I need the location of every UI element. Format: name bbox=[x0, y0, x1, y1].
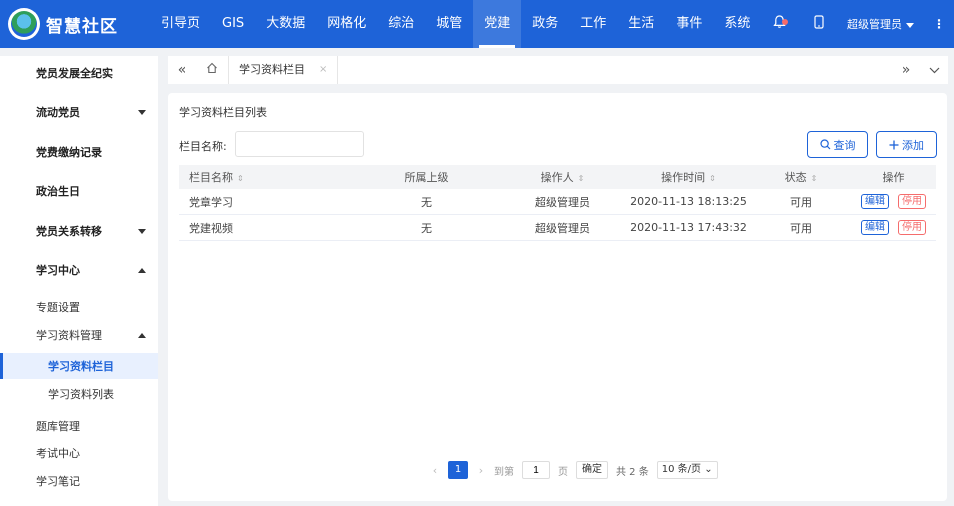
sidebar-item-question-bank[interactable]: 题库管理 bbox=[0, 413, 158, 439]
cell-status: 可用 bbox=[790, 221, 812, 235]
goto-label: 到第 bbox=[494, 466, 514, 478]
edit-button[interactable]: 编辑 bbox=[861, 220, 889, 235]
cell-actions: 编辑 停用 bbox=[851, 194, 936, 209]
logo-emblem-icon bbox=[8, 8, 40, 40]
header-status[interactable]: 状态 ⇕ bbox=[751, 169, 851, 185]
notification-bell-icon[interactable] bbox=[759, 15, 799, 33]
user-menu[interactable]: 超级管理员 bbox=[839, 16, 924, 32]
sort-icon[interactable]: ⇕ bbox=[811, 174, 818, 183]
sidebar-item-study-notes[interactable]: 学习笔记 bbox=[0, 468, 158, 494]
app-logo[interactable]: 智慧社区 bbox=[0, 8, 150, 40]
sidebar-item-dues-records[interactable]: 党费缴纳记录 bbox=[0, 137, 158, 167]
sidebar-item-relation-transfer[interactable]: 党员关系转移 bbox=[0, 216, 158, 246]
next-page-icon[interactable]: › bbox=[472, 464, 490, 477]
sidebar-item-party-development[interactable]: 党员发展全纪实 bbox=[0, 58, 158, 88]
cell-time: 2020-11-13 17:43:32 bbox=[630, 221, 747, 234]
sort-icon[interactable]: ⇕ bbox=[578, 174, 585, 183]
sidebar-item-topic-settings[interactable]: 专题设置 bbox=[0, 294, 158, 320]
tab-close-icon[interactable]: × bbox=[319, 56, 327, 84]
columns-table: 栏目名称 ⇕ 所属上级 操作人 ⇕ 操作时间 ⇕ 状态 ⇕ 操作 党章学习 无 超级管理… bbox=[179, 165, 936, 241]
cell-operator: 超级管理员 bbox=[535, 195, 590, 209]
nav-item-bigdata[interactable]: 大数据 bbox=[255, 0, 316, 48]
sidebar-item-material-columns[interactable]: 学习资料栏目 bbox=[0, 353, 158, 379]
disable-button[interactable]: 停用 bbox=[898, 194, 926, 209]
collapse-arrow-icon bbox=[138, 267, 146, 273]
column-name-label: 栏目名称: bbox=[179, 140, 227, 153]
collapse-arrow-icon bbox=[138, 332, 146, 338]
sidebar-item-material-management[interactable]: 学习资料管理 bbox=[0, 322, 158, 348]
cell-name: 党建视频 bbox=[189, 221, 233, 235]
header-column-name[interactable]: 栏目名称 ⇕ bbox=[179, 169, 354, 185]
page-number-button[interactable]: 1 bbox=[448, 461, 468, 479]
nav-item-work[interactable]: 工作 bbox=[569, 0, 617, 48]
sidebar-item-exam-center[interactable]: 考试中心 bbox=[0, 440, 158, 466]
disable-button[interactable]: 停用 bbox=[898, 220, 926, 235]
page-title: 学习资料栏目列表 bbox=[179, 106, 267, 119]
prev-page-icon[interactable]: ‹ bbox=[426, 464, 444, 477]
expand-arrow-icon bbox=[138, 228, 146, 234]
header-operate-time[interactable]: 操作时间 ⇕ bbox=[626, 169, 751, 185]
nav-item-events[interactable]: 事件 bbox=[665, 0, 713, 48]
sidebar-item-learning-center[interactable]: 学习中心 bbox=[0, 255, 158, 285]
sidebar-item-political-birthday[interactable]: 政治生日 bbox=[0, 176, 158, 206]
tabs-menu-chevron-down-icon[interactable] bbox=[920, 56, 948, 84]
sidebar-item-material-list[interactable]: 学习资料列表 bbox=[0, 381, 158, 407]
edit-button[interactable]: 编辑 bbox=[861, 194, 889, 209]
home-icon[interactable] bbox=[198, 56, 226, 84]
table-row: 党章学习 无 超级管理员 2020-11-13 18:13:25 可用 编辑 停… bbox=[179, 189, 936, 215]
more-menu-icon[interactable]: ⋮ bbox=[924, 17, 954, 31]
notification-badge bbox=[782, 19, 788, 25]
nav-item-party[interactable]: 党建 bbox=[473, 0, 522, 48]
page-size-select[interactable]: 10 条/页 ⌄ bbox=[656, 461, 718, 479]
cell-parent: 无 bbox=[421, 221, 432, 235]
main-nav: 引导页 GIS 大数据 网格化 综治 城管 党建 政务 工作 生活 事件 系统 bbox=[150, 0, 761, 48]
goto-confirm-button[interactable]: 确定 bbox=[576, 461, 608, 479]
content-card: 学习资料栏目列表 栏目名称: 查询 添加 栏目名称 ⇕ 所属上级 操作人 ⇕ 操作时… bbox=[168, 93, 947, 501]
nav-item-urban[interactable]: 城管 bbox=[425, 0, 473, 48]
nav-item-guide[interactable]: 引导页 bbox=[150, 0, 211, 48]
goto-page-input[interactable] bbox=[522, 461, 550, 479]
cell-operator: 超级管理员 bbox=[535, 221, 590, 235]
column-name-input[interactable] bbox=[235, 131, 364, 157]
tab-material-columns[interactable]: 学习资料栏目 × bbox=[228, 56, 339, 84]
query-button[interactable]: 查询 bbox=[807, 131, 868, 158]
cell-name: 党章学习 bbox=[189, 195, 233, 209]
nav-item-life[interactable]: 生活 bbox=[617, 0, 665, 48]
sort-icon[interactable]: ⇕ bbox=[237, 174, 244, 183]
sort-icon[interactable]: ⇕ bbox=[709, 174, 716, 183]
total-count: 共 2 条 bbox=[616, 466, 649, 478]
nav-item-system[interactable]: 系统 bbox=[713, 0, 761, 48]
table-header: 栏目名称 ⇕ 所属上级 操作人 ⇕ 操作时间 ⇕ 状态 ⇕ 操作 bbox=[179, 165, 936, 189]
top-navbar: 智慧社区 引导页 GIS 大数据 网格化 综治 城管 党建 政务 工作 生活 事… bbox=[0, 0, 954, 48]
header-operator[interactable]: 操作人 ⇕ bbox=[499, 169, 626, 185]
header-parent: 所属上级 bbox=[404, 171, 449, 184]
tabs-scroll-right-icon[interactable]: » bbox=[892, 56, 920, 84]
cell-actions: 编辑 停用 bbox=[851, 220, 936, 235]
sidebar-item-mobile-members[interactable]: 流动党员 bbox=[0, 97, 158, 127]
nav-item-grid[interactable]: 网格化 bbox=[316, 0, 377, 48]
user-name: 超级管理员 bbox=[847, 18, 902, 31]
nav-item-gis[interactable]: GIS bbox=[211, 0, 255, 48]
expand-arrow-icon bbox=[138, 109, 146, 115]
plus-icon bbox=[889, 140, 899, 149]
cell-parent: 无 bbox=[421, 195, 432, 209]
tab-bar: « 学习资料栏目 × » bbox=[168, 56, 948, 84]
user-dropdown-icon bbox=[906, 22, 914, 28]
app-title: 智慧社区 bbox=[46, 16, 118, 37]
chevron-down-icon: ⌄ bbox=[704, 464, 713, 475]
header-actions: 操作 bbox=[882, 171, 905, 184]
cell-status: 可用 bbox=[790, 195, 812, 209]
mobile-phone-icon[interactable] bbox=[799, 15, 839, 33]
sidebar: 党员发展全纪实 流动党员 党费缴纳记录 政治生日 党员关系转移 学习中心 专题设… bbox=[0, 56, 158, 506]
cell-time: 2020-11-13 18:13:25 bbox=[630, 195, 747, 208]
pagination: ‹ 1 › 到第 页 确定 共 2 条 10 条/页 ⌄ bbox=[426, 461, 718, 479]
search-icon bbox=[819, 139, 830, 150]
tabs-scroll-left-icon[interactable]: « bbox=[168, 56, 196, 84]
page-unit-label: 页 bbox=[558, 466, 568, 478]
add-button[interactable]: 添加 bbox=[876, 131, 937, 158]
table-row: 党建视频 无 超级管理员 2020-11-13 17:43:32 可用 编辑 停… bbox=[179, 215, 936, 241]
nav-item-affairs[interactable]: 政务 bbox=[521, 0, 569, 48]
nav-item-governance[interactable]: 综治 bbox=[377, 0, 425, 48]
